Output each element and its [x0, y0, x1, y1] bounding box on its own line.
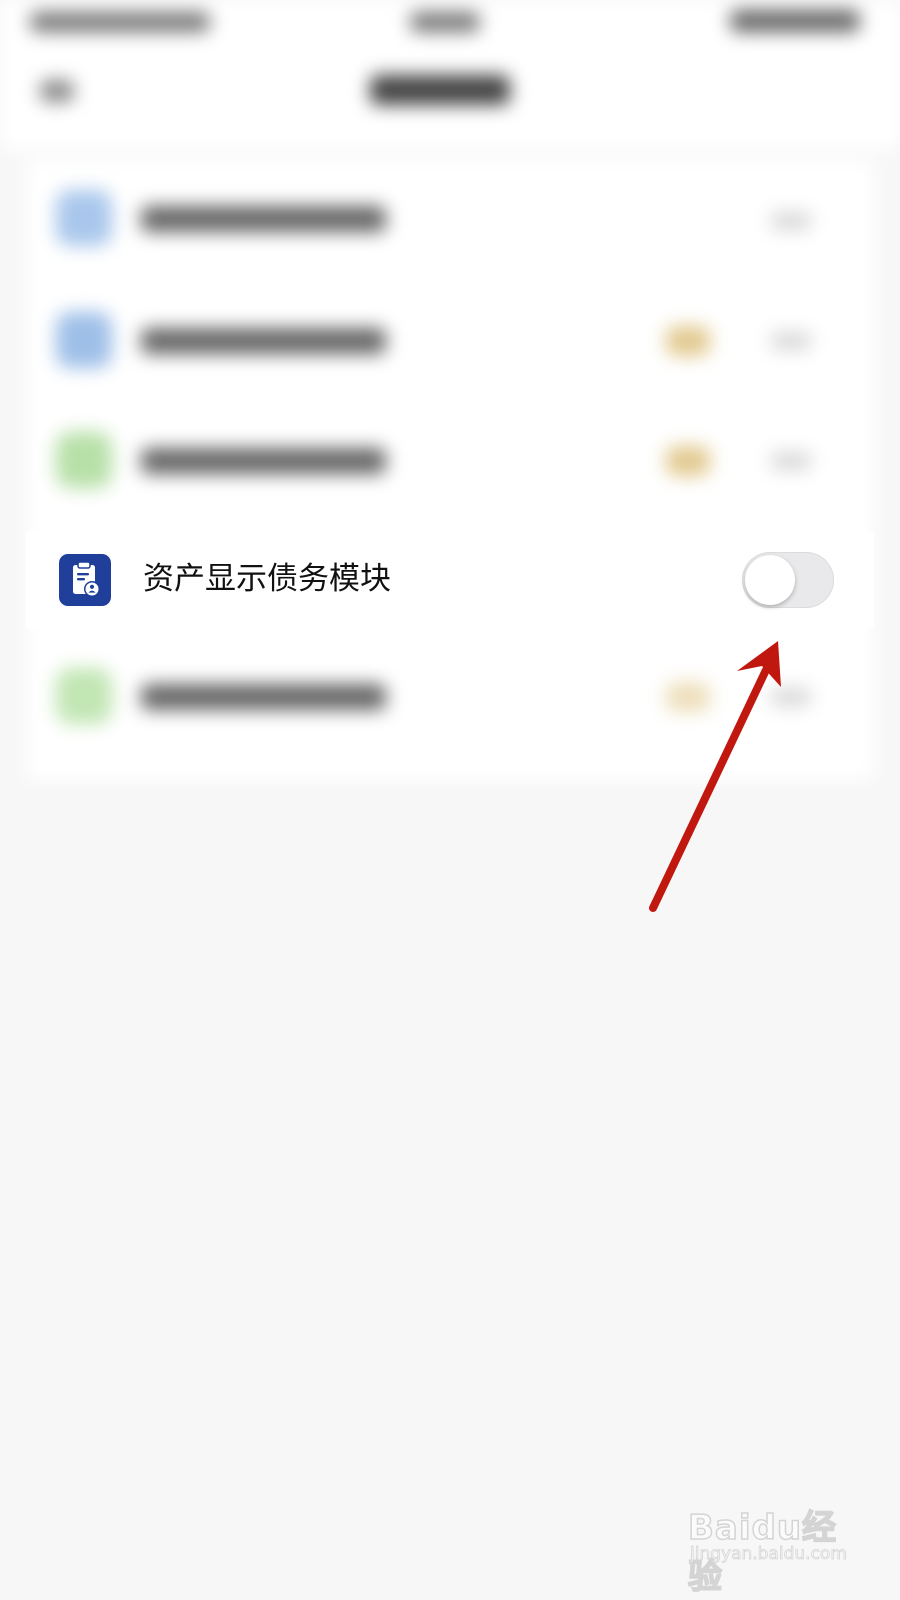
- list-item-label: [141, 206, 386, 232]
- toggle-knob[interactable]: [745, 555, 795, 605]
- blurred-background: [0, 0, 900, 800]
- list-item-icon: [56, 312, 112, 368]
- list-item-label: [141, 684, 386, 710]
- back-icon[interactable]: [40, 80, 74, 102]
- status-bar-time: [410, 12, 480, 32]
- list-item-badge: [666, 326, 710, 356]
- setting-row-asset-debt-module[interactable]: 资产显示债务模块: [26, 532, 874, 628]
- settings-screen: 资产显示债务模块 Baidu经验 jingyan.baidu.com: [0, 0, 900, 1600]
- list-item-icon: [56, 190, 112, 246]
- asset-debt-module-toggle[interactable]: [742, 552, 834, 608]
- list-item-control[interactable]: [771, 332, 811, 350]
- watermark-url: jingyan.baidu.com: [690, 1544, 848, 1565]
- navigation-header: [0, 0, 900, 150]
- list-item-label: [141, 448, 386, 474]
- baidu-jingyan-watermark: Baidu经验 jingyan.baidu.com: [687, 1500, 868, 1598]
- list-item-control[interactable]: [771, 688, 811, 706]
- list-item-icon: [56, 432, 112, 488]
- list-item-control[interactable]: [771, 212, 811, 230]
- status-bar-left: [30, 12, 210, 32]
- list-item-icon: [56, 668, 112, 724]
- list-item-label: [141, 328, 386, 354]
- page-title: [370, 75, 510, 105]
- list-item-control[interactable]: [771, 452, 811, 470]
- status-bar-right: [730, 10, 860, 32]
- settings-list: [26, 160, 874, 780]
- setting-label: 资产显示债务模块: [143, 561, 391, 597]
- clipboard-user-icon: [59, 554, 111, 606]
- list-item-badge: [666, 446, 710, 476]
- list-item-badge: [666, 682, 710, 712]
